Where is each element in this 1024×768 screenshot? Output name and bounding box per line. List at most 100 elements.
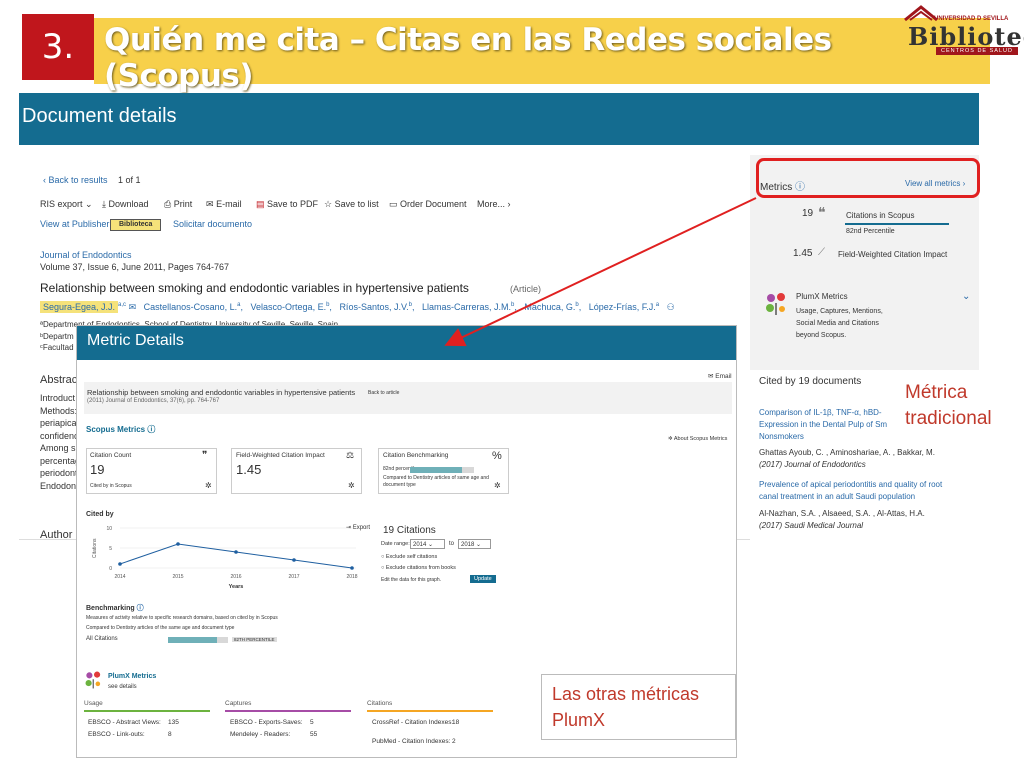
- ref1-source: (2017) Journal of Endodontics: [759, 460, 866, 469]
- edit-data-text: Edit the data for this graph.: [381, 577, 442, 583]
- citations-heading: Citations: [367, 700, 393, 707]
- slide-number: 3.: [22, 14, 94, 80]
- affiliation-c: ᶜFacultad: [40, 343, 74, 352]
- star-icon: ☆: [324, 199, 333, 209]
- ref2-authors: Al-Nazhan, S.A. , Alsaeed, S.A. , Al-Att…: [759, 509, 925, 518]
- scopus-metrics-heading: Scopus Metrics ⓘ: [86, 425, 156, 434]
- gear-icon: ✲: [668, 436, 673, 442]
- callout-plumx-line1: Las otras métricas: [552, 684, 700, 704]
- abstract-line: confidenc: [40, 430, 79, 441]
- author-item[interactable]: Llamas-Carreras, J.M.: [422, 302, 511, 312]
- capture-row-1-value: 5: [310, 719, 314, 726]
- logo-subtitle: CENTROS DE SALUD: [936, 47, 1018, 55]
- document-details-title: Document details: [22, 105, 177, 127]
- about-scopus-metrics-link[interactable]: ✲ About Scopus Metrics: [668, 436, 727, 442]
- update-button[interactable]: Update: [470, 575, 496, 583]
- see-details-link[interactable]: see details: [108, 684, 137, 690]
- author-item[interactable]: Machuca, G.: [524, 302, 575, 312]
- chevron-down-icon[interactable]: ⌄: [962, 291, 970, 302]
- date-range-label: Date range:: [381, 541, 410, 547]
- print-button[interactable]: ⎙ Print: [164, 199, 192, 210]
- citation-row-2-value[interactable]: 2: [452, 738, 456, 745]
- abstract-heading: Abstrac: [40, 374, 78, 386]
- date-from-select[interactable]: 2014 ⌄: [410, 539, 445, 549]
- exclude-books-option[interactable]: ○ Exclude citations from books: [381, 565, 456, 571]
- person-icon: ⚇: [666, 302, 675, 312]
- library-logo: UNIVERSIDAD D SEVILLA Biblioteca CENTROS…: [900, 2, 1024, 55]
- back-to-article-link[interactable]: Back to article: [368, 390, 399, 396]
- fwci-label: Field-Weighted Citation Impact: [838, 250, 948, 259]
- ref1-authors: Ghattas Ayoub, C. , Aminoshariae, A. , B…: [759, 448, 935, 457]
- author-highlighted[interactable]: Segura-Egea, J.J.: [40, 301, 119, 313]
- ref2-title-line1[interactable]: Prevalence of apical periodontitis and q…: [759, 480, 942, 489]
- plumx-logo-icon: [85, 671, 101, 689]
- plumx-desc-3: beyond Scopus.: [796, 332, 847, 339]
- date-to-label: to: [449, 541, 455, 547]
- date-to-select[interactable]: 2018 ⌄: [458, 539, 491, 549]
- scale-icon: ⟋: [818, 247, 825, 258]
- callout-traditional-metric: Métrica tradicional: [897, 380, 1007, 440]
- order-icon: ▭: [389, 199, 398, 209]
- author-item[interactable]: Ríos-Santos, J.V.: [339, 302, 408, 312]
- md-source-line: (2011) Journal of Endodontics, 37(6), pp…: [87, 398, 220, 404]
- more-button[interactable]: More... ›: [477, 199, 511, 209]
- abstract-line: periodont: [40, 468, 78, 478]
- citations-total: 19 Citations: [383, 525, 436, 536]
- email-button[interactable]: ✉ E-mail: [206, 199, 242, 210]
- abstract-line: Endodont: [40, 480, 79, 491]
- gear-icon[interactable]: ✲: [205, 481, 212, 490]
- save-pdf-button[interactable]: ▤ Save to PDF: [256, 199, 318, 210]
- radio-icon[interactable]: ○: [381, 554, 384, 560]
- plumx-metrics-heading: PlumX Metrics: [108, 673, 157, 680]
- all-citations-bar-fill: [168, 637, 218, 643]
- capture-row-2-value[interactable]: 55: [310, 731, 317, 738]
- email-link[interactable]: ✉ Email: [708, 372, 732, 380]
- article-type: (Article): [510, 284, 541, 294]
- fwci-card-value: 1.45: [236, 462, 262, 477]
- ref1-title-line1[interactable]: Comparison of IL-1β, TNF-α, hBD-: [759, 408, 882, 417]
- percent-icon: %: [492, 450, 502, 462]
- author-item[interactable]: Velasco-Ortega, E.: [251, 302, 327, 312]
- abstract-line: percentag: [40, 455, 81, 466]
- abstract-line: Among si: [40, 443, 78, 453]
- chart-data-point: [176, 542, 180, 546]
- author-item[interactable]: López-Frías, F.J.: [589, 302, 656, 312]
- percentile-bar: [845, 223, 949, 225]
- plumx-label: PlumX Metrics: [796, 292, 848, 301]
- benchmark-bar-track: [410, 467, 474, 473]
- usage-heading: Usage: [84, 700, 103, 707]
- abstract-line: Introduct: [40, 393, 76, 403]
- solicitar-documento-link[interactable]: Solicitar documento: [173, 219, 252, 229]
- benchmarking-heading: Benchmarking ⓘ: [86, 605, 144, 612]
- chart-x-tick-label: 2018: [346, 574, 357, 580]
- radio-icon[interactable]: ○: [381, 565, 384, 571]
- email-icon: ✉: [708, 373, 714, 380]
- chart-y-tick-label: 0: [109, 566, 112, 572]
- author-list[interactable]: Segura-Egea, J.J. a,c ✉ Castellanos-Cosan…: [40, 301, 675, 313]
- article-title: Relationship between smoking and endodon…: [40, 281, 469, 295]
- biblioteca-button[interactable]: Biblioteca: [110, 219, 162, 231]
- percentile-label: 82nd Percentile: [846, 228, 895, 235]
- author-item[interactable]: Castellanos-Cosano, L.: [144, 302, 238, 312]
- back-to-results-link[interactable]: ‹ Back to results: [43, 175, 108, 185]
- view-at-publisher-link[interactable]: View at Publisher: [40, 219, 109, 229]
- gear-icon[interactable]: ✲: [348, 481, 355, 490]
- info-icon: ⓘ: [136, 605, 144, 612]
- plumx-desc-1: Usage, Captures, Mentions,: [796, 308, 883, 315]
- journal-link[interactable]: Journal of Endodontics: [40, 250, 132, 260]
- citation-count-label: Citation Count: [90, 452, 132, 459]
- order-document-button[interactable]: ▭ Order Document: [389, 199, 467, 210]
- ris-export-button[interactable]: RIS export ⌄: [40, 199, 93, 210]
- ref1-title-line2[interactable]: Expression in the Dental Pulp of Sm: [759, 420, 887, 429]
- download-button[interactable]: ⤓ Download: [102, 199, 149, 210]
- ref1-title-line3[interactable]: Nonsmokers: [759, 432, 804, 441]
- exclude-self-option[interactable]: ○ Exclude self citations: [381, 554, 437, 560]
- bench-desc-1: Measures of activity relative to specifi…: [86, 615, 278, 621]
- chart-x-tick-label: 2014: [114, 574, 125, 580]
- ref2-title-line2[interactable]: canal treatment in an adult Saudi popula…: [759, 492, 915, 501]
- save-to-list-button[interactable]: ☆ Save to list: [324, 199, 379, 210]
- view-all-metrics-link[interactable]: View all metrics ›: [905, 179, 965, 188]
- gear-icon[interactable]: ✲: [494, 481, 501, 490]
- quote-icon: ❞: [202, 450, 208, 461]
- cited-by-chart-heading: Cited by: [86, 511, 114, 518]
